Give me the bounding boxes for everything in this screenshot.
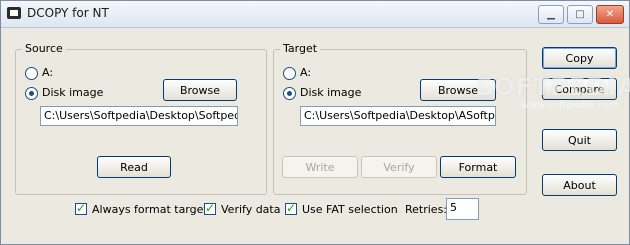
use-fat-checkbox[interactable] <box>285 201 297 215</box>
window-title: DCOPY for NT <box>27 6 109 20</box>
verify-button[interactable]: Verify <box>361 156 437 178</box>
minimize-icon: ▁ <box>547 9 555 20</box>
close-icon: ✕ <box>605 9 615 20</box>
always-format-label: Always format target <box>92 203 208 216</box>
dcopy-window: DCOPY for NT ▁ □ ✕ Source A: Disk image … <box>0 0 630 245</box>
softpedia-watermark: SOFTPEDIA <box>476 73 630 101</box>
verify-data-label: Verify data <box>221 203 281 216</box>
source-group: Source A: Disk image Browse C:\Users\Sof… <box>15 42 267 195</box>
app-icon <box>7 7 21 19</box>
about-button[interactable]: About <box>542 174 617 196</box>
source-browse-button[interactable]: Browse <box>163 79 237 101</box>
target-radio-a[interactable] <box>283 67 296 80</box>
close-button[interactable]: ✕ <box>596 5 624 24</box>
quit-button[interactable]: Quit <box>542 129 617 151</box>
target-group-title: Target <box>280 42 321 55</box>
target-group: Target A: Disk image Browse C:\Users\Sof… <box>273 42 527 195</box>
source-radio-disk-image-label: Disk image <box>42 86 104 99</box>
target-radio-disk-image[interactable] <box>283 87 296 100</box>
source-path-field[interactable]: C:\Users\Softpedia\Desktop\Softpedia.i <box>40 106 238 126</box>
source-radio-disk-image[interactable] <box>25 87 38 100</box>
source-radio-a[interactable] <box>25 67 38 80</box>
write-button[interactable]: Write <box>282 156 358 178</box>
maximize-button[interactable]: □ <box>567 5 593 24</box>
title-bar[interactable]: DCOPY for NT ▁ □ ✕ <box>1 1 629 28</box>
retries-input[interactable]: 5 <box>446 198 479 220</box>
source-group-title: Source <box>22 42 66 55</box>
source-radio-a-label: A: <box>42 66 54 79</box>
main-panel: Source A: Disk image Browse C:\Users\Sof… <box>1 28 630 244</box>
format-button[interactable]: Format <box>440 156 516 178</box>
minimize-button[interactable]: ▁ <box>538 5 564 24</box>
verify-data-checkbox[interactable] <box>204 201 216 215</box>
copy-button[interactable]: Copy <box>542 47 617 69</box>
always-format-checkbox[interactable] <box>75 201 87 215</box>
maximize-icon: □ <box>575 9 585 20</box>
target-path-field[interactable]: C:\Users\Softpedia\Desktop\ASoftpedia <box>300 106 496 126</box>
read-button[interactable]: Read <box>97 156 171 178</box>
target-radio-a-label: A: <box>300 66 312 79</box>
softpedia-watermark-url: www.softpedia.com <box>521 100 619 111</box>
target-radio-disk-image-label: Disk image <box>300 86 362 99</box>
use-fat-label: Use FAT selection <box>302 203 398 216</box>
retries-label: Retries: <box>405 203 448 216</box>
